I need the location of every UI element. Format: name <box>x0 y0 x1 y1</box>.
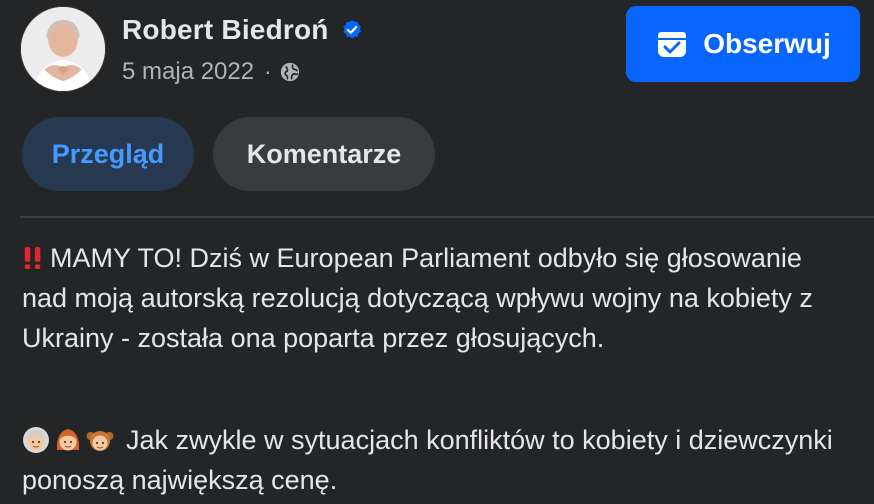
tab-comments[interactable]: Komentarze <box>213 117 435 191</box>
follow-button-label: Obserwuj <box>703 28 831 59</box>
tab-overview[interactable]: Przegląd <box>22 117 194 191</box>
author-name[interactable]: Robert Biedroń <box>122 14 329 46</box>
girl-emoji <box>86 426 114 454</box>
post-meta: 5 maja 2022 · <box>122 58 301 86</box>
divider <box>20 216 874 218</box>
post-date[interactable]: 5 maja 2022 <box>122 58 254 86</box>
older-woman-emoji <box>22 426 50 454</box>
avatar[interactable] <box>20 6 106 92</box>
woman-emoji <box>54 426 82 454</box>
post-paragraph-2: Jak zwykle w sytuacjach konfliktów to ko… <box>22 420 852 500</box>
double-exclamation-icon <box>22 245 44 271</box>
post-page: Robert Biedroń 5 maja 2022 · Obserwuj Pr… <box>0 0 874 504</box>
meta-separator: · <box>264 59 272 84</box>
post-paragraph-1-text: MAMY TO! Dziś w European Parliament odby… <box>22 243 813 353</box>
verified-badge-icon <box>341 19 363 41</box>
author-row: Robert Biedroń <box>122 14 363 46</box>
globe-icon[interactable] <box>279 61 301 83</box>
emoji-group <box>22 426 118 454</box>
tab-comments-label: Komentarze <box>246 138 402 169</box>
follow-button[interactable]: Obserwuj <box>626 6 860 82</box>
post-paragraph-1: MAMY TO! Dziś w European Parliament odby… <box>22 238 852 358</box>
follow-icon <box>655 27 689 61</box>
tab-overview-label: Przegląd <box>51 138 165 169</box>
profile-photo <box>21 7 105 91</box>
post-paragraph-2-text: Jak zwykle w sytuacjach konfliktów to ko… <box>22 425 833 495</box>
